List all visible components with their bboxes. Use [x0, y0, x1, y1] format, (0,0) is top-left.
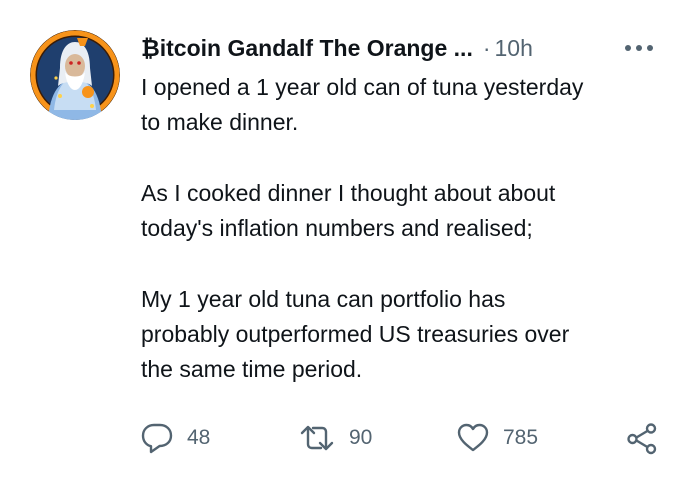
more-options-button[interactable]: [621, 38, 657, 58]
retweet-icon: [300, 425, 334, 451]
share-icon: [627, 423, 657, 455]
avatar-image: [30, 30, 120, 120]
tweet-actions: 48 90 785: [0, 418, 690, 458]
tweet-card: ₿itcoin Gandalf The Orange ... · 10h I o…: [0, 0, 690, 482]
tweet-text-line: probably outperformed US treasuries over: [141, 321, 570, 347]
like-count: 785: [503, 426, 539, 449]
tweet-text-line: I opened a 1 year old can of tuna yester…: [141, 74, 584, 100]
retweet-count: 90: [349, 426, 373, 449]
like-button[interactable]: 785: [456, 418, 538, 458]
reply-count: 48: [187, 426, 211, 449]
tweet-paragraph: I opened a 1 year old can of tuna yester…: [141, 70, 671, 140]
author-avatar[interactable]: [30, 30, 120, 120]
tweet-text-line: My 1 year old tuna can portfolio has: [141, 286, 506, 312]
tweet-text-line: to make dinner.: [141, 109, 299, 135]
retweet-button[interactable]: 90: [298, 418, 372, 458]
tweet-text-line: the same time period.: [141, 356, 363, 382]
tweet-text: I opened a 1 year old can of tuna yester…: [141, 70, 671, 423]
reply-button[interactable]: 48: [140, 418, 210, 458]
tweet-header: ₿itcoin Gandalf The Orange ... · 10h: [141, 33, 533, 63]
tweet-text-line: As I cooked dinner I thought about about: [141, 180, 556, 206]
reply-bubble-icon: [141, 423, 173, 454]
tweet-paragraph: My 1 year old tuna can portfolio has pro…: [141, 282, 671, 387]
author-display-name[interactable]: ₿itcoin Gandalf The Orange ...: [141, 35, 473, 62]
share-button[interactable]: [625, 418, 659, 458]
tweet-paragraph: As I cooked dinner I thought about about…: [141, 176, 671, 246]
tweet-text-line: today's inflation numbers and realised;: [141, 215, 533, 241]
header-separator: ·: [482, 34, 491, 61]
more-horizontal-icon: [625, 45, 653, 51]
tweet-timestamp[interactable]: 10h: [495, 35, 533, 62]
heart-icon: [457, 423, 489, 452]
